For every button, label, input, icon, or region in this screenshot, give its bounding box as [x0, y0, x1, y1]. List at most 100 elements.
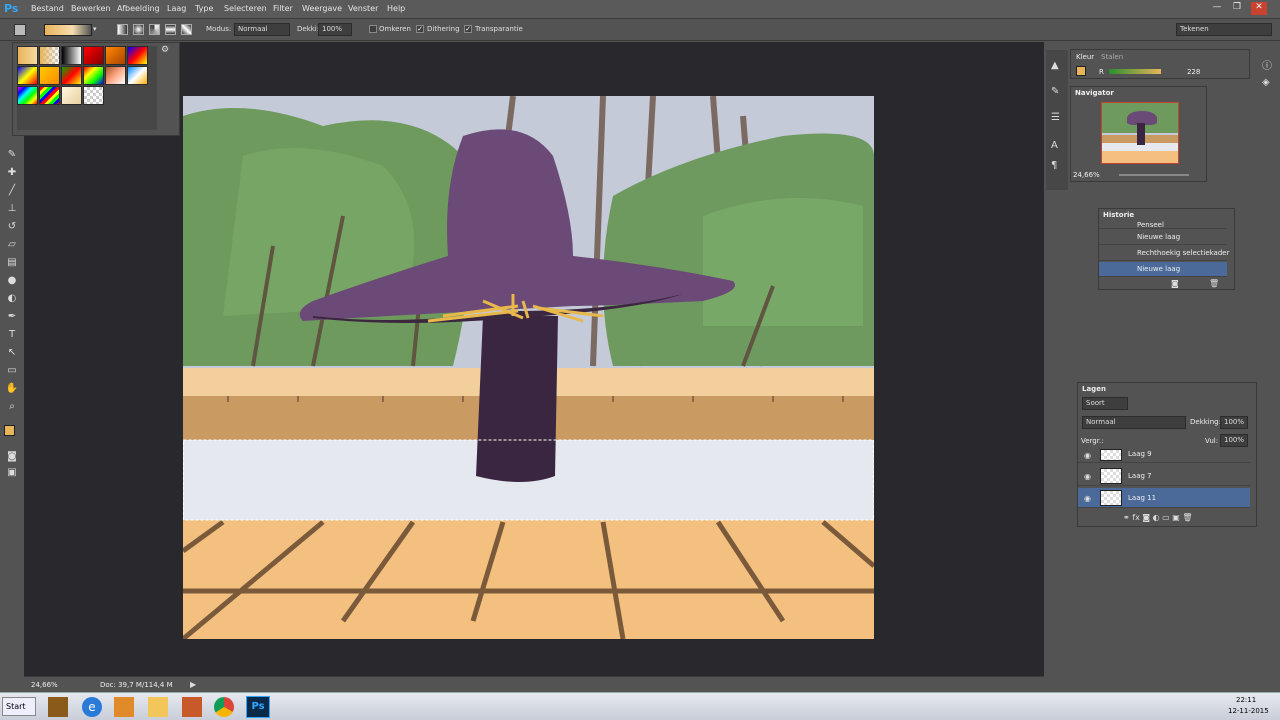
gradient-swatch[interactable]: [61, 86, 82, 105]
paragraph-icon[interactable]: ¶: [1051, 160, 1057, 171]
minimize-button[interactable]: —: [1209, 2, 1225, 15]
diamond-gradient-icon[interactable]: [181, 24, 192, 35]
menu-weergave[interactable]: Weergave: [302, 4, 342, 13]
reflected-gradient-icon[interactable]: [165, 24, 176, 35]
chrome-icon[interactable]: [214, 697, 234, 717]
menu-type[interactable]: Type: [195, 4, 213, 13]
history-item[interactable]: Penseel: [1099, 221, 1227, 229]
shape-icon[interactable]: ▭: [5, 364, 19, 378]
gradient-swatch[interactable]: [39, 66, 60, 85]
quick-mask-icon[interactable]: ◙: [5, 450, 19, 464]
linear-gradient-icon[interactable]: [117, 24, 128, 35]
gradient-swatch[interactable]: [17, 46, 38, 65]
gradient-swatch[interactable]: [39, 86, 60, 105]
path-select-icon[interactable]: ↖: [5, 346, 19, 360]
layer-row[interactable]: ◉ Laag 9: [1078, 449, 1250, 463]
tool-preset-icon[interactable]: [14, 24, 26, 36]
history-brush-icon[interactable]: ↺: [5, 220, 19, 234]
restore-button[interactable]: ❐: [1229, 2, 1245, 15]
gradient-tool-icon[interactable]: ▤: [5, 256, 19, 270]
screen-mode-icon[interactable]: ▣: [5, 466, 19, 480]
gradient-swatch[interactable]: [127, 66, 148, 85]
chevron-down-icon[interactable]: ▾: [93, 25, 97, 33]
adjust-icon[interactable]: ☰: [1051, 112, 1060, 123]
properties-icon[interactable]: ◈: [1262, 77, 1270, 88]
menu-bewerken[interactable]: Bewerken: [71, 4, 111, 13]
brush-preset-icon[interactable]: ✎: [1051, 86, 1059, 97]
photoshop-taskbar-icon[interactable]: Ps: [246, 696, 270, 718]
gradient-swatch[interactable]: [105, 66, 126, 85]
trash-icon[interactable]: 🗑: [1209, 279, 1219, 288]
eyedropper-icon[interactable]: ✎: [5, 148, 19, 162]
eye-icon[interactable]: ◉: [1084, 472, 1091, 481]
gradient-swatch[interactable]: [39, 46, 60, 65]
foreground-color-swatch[interactable]: [4, 425, 15, 436]
gear-icon[interactable]: ⚙: [161, 45, 169, 55]
reverse-checkbox[interactable]: [369, 25, 377, 33]
navigator-zoom[interactable]: 24,66%: [1073, 171, 1100, 179]
layer-row-selected[interactable]: ◉ Laag 11: [1078, 488, 1250, 508]
menu-selecteren[interactable]: Selecteren: [224, 4, 267, 13]
layer-name[interactable]: Laag 7: [1128, 472, 1152, 480]
opacity-input[interactable]: 100%: [318, 23, 352, 36]
gradient-swatch[interactable]: [105, 46, 126, 65]
zoom-icon[interactable]: ⌕: [5, 400, 19, 414]
document-canvas[interactable]: [183, 96, 874, 639]
angle-gradient-icon[interactable]: [149, 24, 160, 35]
history-item-selected[interactable]: Nieuwe laag: [1099, 262, 1227, 277]
start-button[interactable]: Start: [2, 697, 36, 716]
type-tool-icon[interactable]: T: [5, 328, 19, 342]
stamp-icon[interactable]: ⊥: [5, 202, 19, 216]
gradient-swatch[interactable]: [83, 86, 104, 105]
blend-mode-select[interactable]: Normaal: [1082, 416, 1186, 429]
dodge-icon[interactable]: ◐: [5, 292, 19, 306]
gradient-swatch[interactable]: [127, 46, 148, 65]
tab-kleur[interactable]: Kleur: [1076, 53, 1094, 61]
eye-icon[interactable]: ◉: [1084, 494, 1091, 503]
app-icon[interactable]: [48, 697, 68, 717]
color-fg-swatch[interactable]: [1076, 66, 1086, 76]
blur-icon[interactable]: ●: [5, 274, 19, 288]
workspace-select[interactable]: Tekenen: [1176, 23, 1272, 36]
media-player-icon[interactable]: [114, 697, 134, 717]
gradient-preview[interactable]: [44, 24, 92, 36]
chevron-right-icon[interactable]: ▶: [190, 680, 196, 689]
healing-brush-icon[interactable]: ✚: [5, 166, 19, 180]
color-slider[interactable]: [1109, 69, 1161, 74]
gradient-swatch[interactable]: [17, 86, 38, 105]
eye-icon[interactable]: ◉: [1084, 451, 1091, 460]
tab-stalen[interactable]: Stalen: [1101, 53, 1123, 61]
menu-venster[interactable]: Venster: [348, 4, 378, 13]
dither-checkbox[interactable]: ✓: [416, 25, 424, 33]
channel-value[interactable]: 228: [1187, 68, 1200, 76]
folder-icon[interactable]: [148, 697, 168, 717]
navigator-thumbnail[interactable]: [1101, 102, 1179, 164]
transparency-checkbox[interactable]: ✓: [464, 25, 472, 33]
menu-help[interactable]: Help: [387, 4, 405, 13]
status-zoom[interactable]: 24,66%: [31, 681, 58, 689]
info-icon[interactable]: ⓘ: [1262, 57, 1272, 72]
layer-opacity-input[interactable]: 100%: [1220, 416, 1248, 429]
eraser-icon[interactable]: ▱: [5, 238, 19, 252]
menu-filter[interactable]: Filter: [273, 4, 293, 13]
layer-actions-icons[interactable]: ⚭ fx ◙ ◐ ▭ ▣ 🗑: [1123, 513, 1193, 522]
layer-name[interactable]: Laag 11: [1128, 494, 1156, 502]
navigator-zoom-slider[interactable]: [1119, 174, 1189, 176]
brush-icon[interactable]: ╱: [5, 184, 19, 198]
pen-icon[interactable]: ✒: [5, 310, 19, 324]
close-button[interactable]: ✕: [1251, 2, 1267, 15]
gradient-swatch[interactable]: [61, 66, 82, 85]
layer-name[interactable]: Laag 9: [1128, 450, 1152, 458]
layer-fill-input[interactable]: 100%: [1220, 434, 1248, 447]
character-icon[interactable]: A: [1051, 140, 1058, 151]
history-item[interactable]: Nieuwe laag: [1099, 230, 1227, 245]
radial-gradient-icon[interactable]: [133, 24, 144, 35]
menu-laag[interactable]: Laag: [167, 4, 186, 13]
histogram-icon[interactable]: ▲: [1051, 60, 1059, 71]
mode-select[interactable]: Normaal: [234, 23, 290, 36]
gradient-swatch[interactable]: [61, 46, 82, 65]
hand-icon[interactable]: ✋: [5, 382, 19, 396]
menu-afbeelding[interactable]: Afbeelding: [117, 4, 160, 13]
gradient-swatch[interactable]: [17, 66, 38, 85]
gradient-swatch[interactable]: [83, 46, 104, 65]
